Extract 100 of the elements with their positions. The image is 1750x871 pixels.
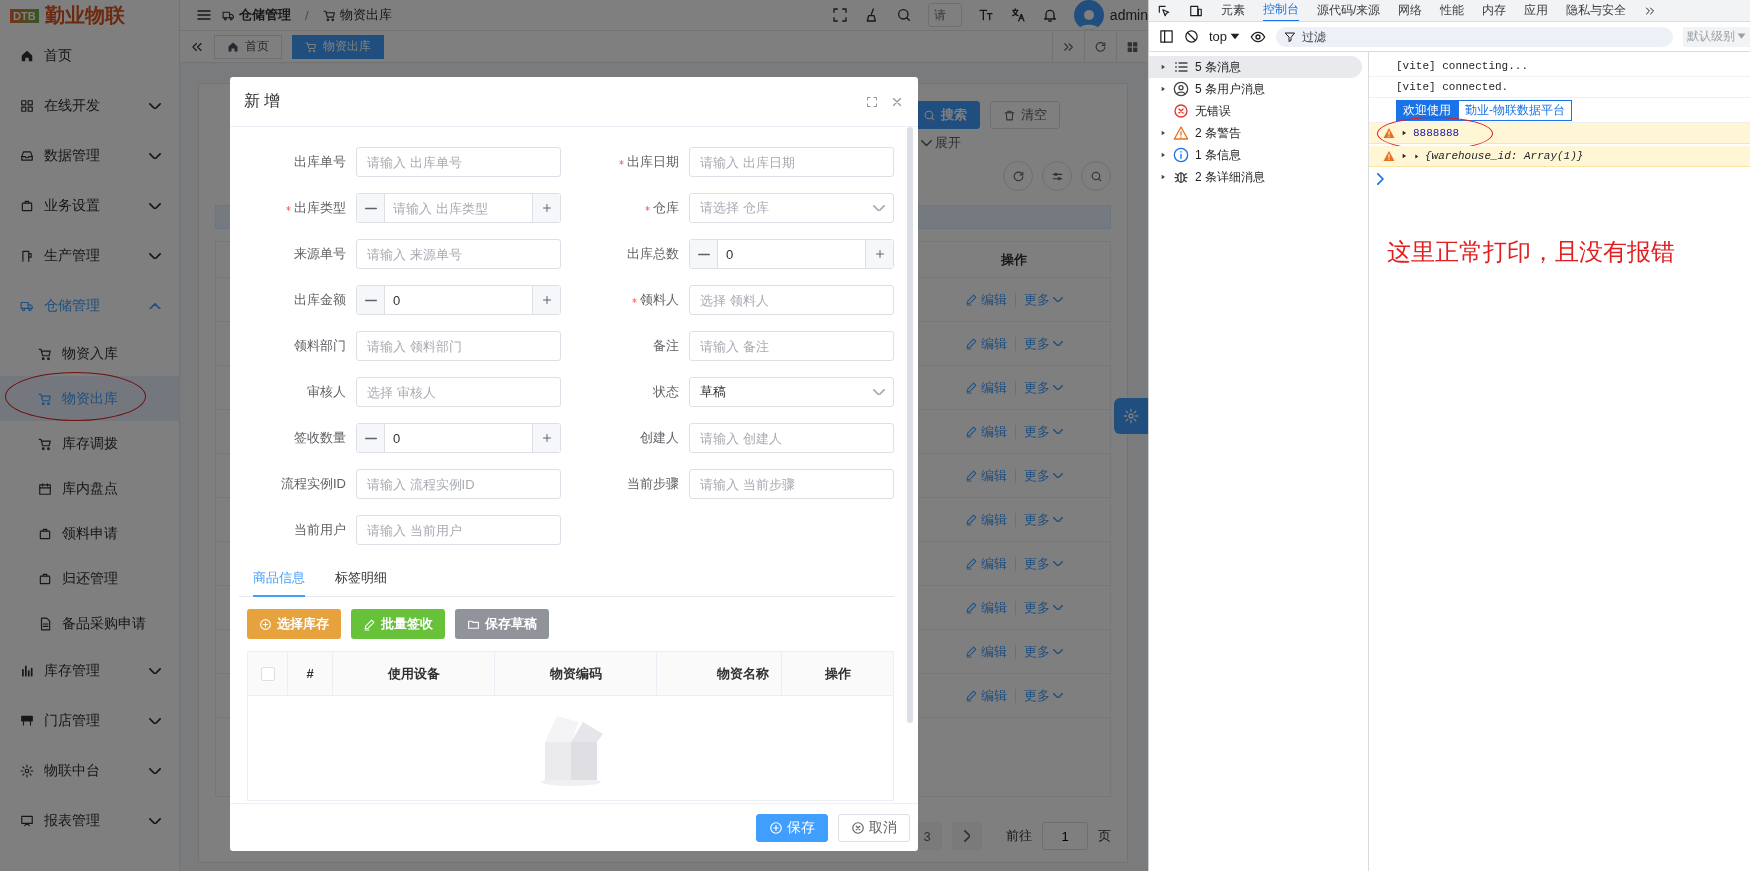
error-icon [1173, 103, 1189, 119]
increment-button[interactable] [532, 424, 560, 452]
sidebar-item[interactable]: 数据管理 [0, 131, 179, 181]
filter-field[interactable]: 过滤 [1276, 26, 1673, 47]
sidebar-item[interactable]: 首页 [0, 31, 179, 81]
field-label: 当前步骤 [627, 475, 679, 493]
bell-icon[interactable] [1041, 7, 1058, 23]
translate-icon[interactable] [1009, 7, 1026, 23]
search-toggle-button[interactable] [1081, 161, 1111, 191]
search-icon[interactable] [895, 7, 912, 23]
expand-toggle[interactable]: 展开 [921, 133, 961, 153]
devtools-tab[interactable]: 网络 [1398, 0, 1423, 21]
sidebar-subitem[interactable]: 库存调拨 [0, 421, 179, 466]
text-field[interactable]: 请输入 来源单号 [356, 239, 561, 269]
user-name[interactable]: admin [1109, 7, 1148, 23]
sidebar-subitem[interactable]: 备品采购申请 [0, 601, 179, 646]
increment-button[interactable] [865, 240, 893, 268]
clear-button[interactable]: 清空 [990, 101, 1060, 129]
devtools-tab[interactable]: 隐私与安全 [1566, 0, 1627, 21]
page-input[interactable]: 1 [1042, 822, 1088, 850]
checkbox[interactable] [260, 666, 275, 681]
fullscreen-icon[interactable] [831, 7, 848, 23]
increment-button[interactable] [532, 286, 560, 314]
columns-button[interactable] [1042, 161, 1072, 191]
fullscreen-icon[interactable] [866, 95, 878, 108]
tab[interactable]: 商品信息 [253, 561, 305, 597]
text-field[interactable]: 请输入 当前用户 [356, 515, 561, 545]
menu-icon[interactable] [196, 7, 212, 23]
expand-arrow-icon[interactable] [1159, 173, 1167, 181]
sidebar-item[interactable]: 门店管理 [0, 696, 179, 746]
toolbar-button[interactable]: 保存草稿 [455, 609, 549, 639]
number-stepper[interactable]: 0 [356, 423, 561, 453]
sidebar-subitem[interactable]: 归还管理 [0, 556, 179, 601]
devtools-tab[interactable]: 性能 [1440, 0, 1465, 21]
breadcrumb-link[interactable]: 物资出库 [322, 6, 392, 24]
text-field[interactable]: 选择 领料人 [689, 285, 894, 315]
devtools-tab[interactable]: 内存 [1482, 0, 1507, 21]
select-field[interactable]: 草稿 [689, 377, 894, 407]
settings-button[interactable] [1114, 398, 1148, 434]
devtools-tab[interactable]: 源代码/来源 [1317, 0, 1381, 21]
expand-arrow-icon[interactable] [1159, 129, 1167, 137]
level-select[interactable]: 默认级别 [1683, 26, 1750, 47]
number-stepper[interactable]: 0 [689, 239, 894, 269]
scrollbar[interactable] [907, 127, 913, 723]
text-field[interactable]: 请输入 领料部门 [356, 331, 561, 361]
devtools-tab[interactable]: 应用 [1524, 0, 1549, 21]
text-field[interactable]: 请输入 创建人 [689, 423, 894, 453]
text-field[interactable]: 请输入 出库单号 [356, 147, 561, 177]
console-filter-item[interactable]: 5 条消息 [1149, 56, 1362, 78]
sidebar-item[interactable]: 库存管理 [0, 646, 179, 696]
console-filter-item[interactable]: 1 条信息 [1149, 144, 1362, 166]
sidebar-subitem[interactable]: 库内盘点 [0, 466, 179, 511]
bar-chart-icon [20, 664, 34, 678]
text-field[interactable]: 请输入 当前步骤 [689, 469, 894, 499]
console-filter-item[interactable]: 2 条详细消息 [1149, 166, 1362, 188]
sidebar-item[interactable]: 生产管理 [0, 231, 179, 281]
refresh-button[interactable] [1003, 161, 1033, 191]
sidebar-item[interactable]: 在线开发 [0, 81, 179, 131]
devtools-tab[interactable]: 控制台 [1263, 0, 1299, 21]
tab[interactable]: 标签明细 [335, 561, 387, 597]
text-field[interactable]: 请输入 备注 [689, 331, 894, 361]
clear-icon[interactable] [1184, 29, 1199, 44]
inspect-icon[interactable] [1157, 3, 1171, 18]
devtools-tab[interactable]: 元素 [1221, 0, 1245, 21]
cancel-button[interactable]: 取消 [838, 813, 910, 842]
console-filter-item[interactable]: 2 条警告 [1149, 122, 1362, 144]
sidebar-subitem[interactable]: 领料申请 [0, 511, 179, 556]
increment-button[interactable] [532, 194, 560, 222]
console-filter-item[interactable]: 5 条用户消息 [1149, 78, 1362, 100]
expand-arrow-icon[interactable] [1159, 151, 1167, 159]
font-size-icon[interactable] [977, 7, 994, 23]
sidebar-item[interactable]: 物联中台 [0, 746, 179, 796]
field-label: 当前用户 [294, 521, 346, 539]
device-icon[interactable] [1189, 3, 1203, 18]
expand-arrow-icon[interactable] [1400, 129, 1408, 137]
text-field[interactable]: 请输入 流程实例ID [356, 469, 561, 499]
chevron-down-icon [149, 152, 161, 160]
sidebar-subitem[interactable]: 物资入库 [0, 331, 179, 376]
sidebar-item[interactable]: 业务设置 [0, 181, 179, 231]
cart-icon [322, 8, 336, 22]
page-tab[interactable]: 首页 [214, 34, 282, 59]
console-filter-item[interactable]: 无错误 [1149, 100, 1362, 122]
text-field[interactable]: 选择 审核人 [356, 377, 561, 407]
next-page-button[interactable] [952, 822, 982, 850]
sidebar-toggle-icon[interactable] [1159, 29, 1174, 44]
avatar[interactable] [1073, 0, 1104, 30]
number-stepper[interactable]: 请输入 出库类型 [356, 193, 561, 223]
breadcrumb-link[interactable]: 仓储管理 [222, 6, 291, 24]
save-button[interactable]: 保存 [756, 813, 828, 842]
search-field[interactable]: 请 [927, 3, 962, 27]
sidebar-item[interactable]: 报表管理 [0, 796, 179, 846]
plus-icon [873, 248, 886, 260]
text-field[interactable]: 请输入 出库日期 [689, 147, 894, 177]
chevron-down-icon [149, 102, 161, 110]
number-stepper[interactable]: 0 [356, 285, 561, 315]
context-select[interactable]: top [1209, 29, 1241, 44]
expand-arrow-icon[interactable] [1159, 85, 1167, 93]
select-field[interactable]: 请选择 仓库 [689, 193, 894, 223]
more-tabs-icon[interactable] [1644, 4, 1657, 17]
expand-arrow-icon[interactable] [1159, 63, 1167, 71]
